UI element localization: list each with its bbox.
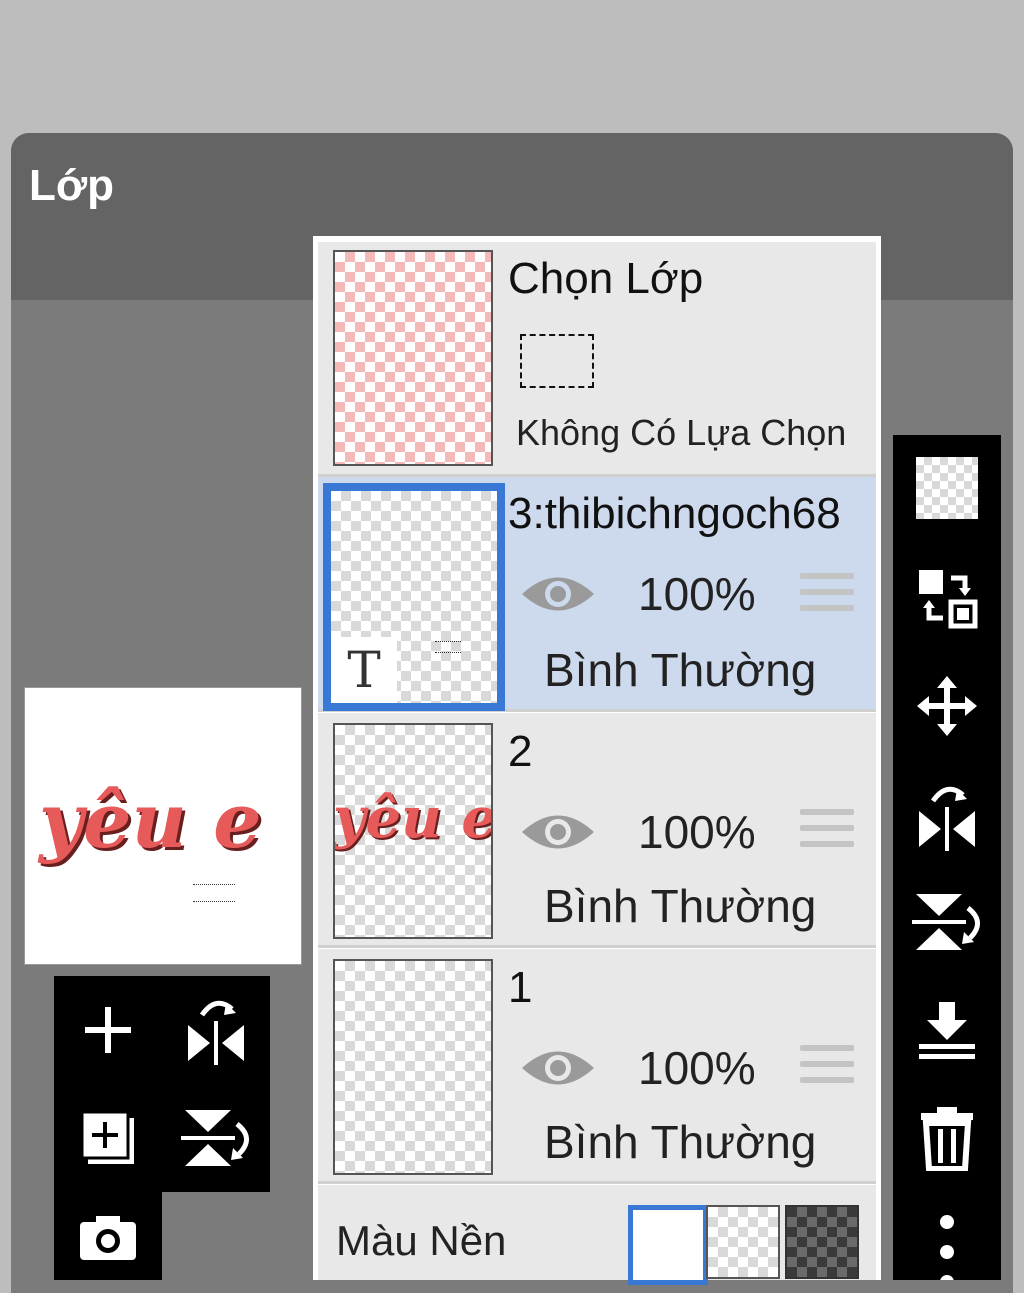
flip-vertical-icon[interactable] bbox=[164, 1086, 268, 1190]
selection-title: Chọn Lớp bbox=[508, 254, 704, 303]
drag-handle-icon[interactable] bbox=[800, 1045, 854, 1093]
blend-mode-2[interactable]: Bình Thường bbox=[544, 879, 816, 933]
camera-icon[interactable] bbox=[56, 1194, 160, 1280]
layer-name-1: 1 bbox=[508, 963, 533, 1012]
selection-status: Không Có Lựa Chọn bbox=[516, 412, 847, 453]
thumb-small-text bbox=[435, 641, 461, 653]
visibility-eye-icon[interactable] bbox=[520, 809, 596, 855]
text-layer-badge: T bbox=[331, 637, 397, 703]
duplicate-layer-icon[interactable] bbox=[56, 1086, 160, 1190]
background-label: Màu Nền bbox=[336, 1217, 507, 1264]
dialog-title: Lớp bbox=[29, 161, 115, 210]
transparency-icon[interactable] bbox=[900, 438, 994, 538]
layer-opacity-1[interactable]: 100% bbox=[638, 1041, 756, 1095]
more-icon[interactable] bbox=[900, 1200, 994, 1280]
selection-thumbnail bbox=[333, 250, 493, 466]
selection-row[interactable]: Chọn Lớp Không Có Lựa Chọn bbox=[318, 242, 876, 477]
selection-marquee-icon bbox=[520, 334, 594, 388]
move-icon[interactable] bbox=[900, 656, 994, 756]
background-row: Màu Nền bbox=[318, 1185, 876, 1285]
layer-thumbnail-1 bbox=[333, 959, 493, 1175]
drag-handle-icon[interactable] bbox=[800, 809, 854, 857]
visibility-eye-icon[interactable] bbox=[520, 1045, 596, 1091]
swap-layers-icon[interactable] bbox=[900, 548, 994, 648]
background-dark-option[interactable] bbox=[785, 1205, 859, 1279]
visibility-eye-icon[interactable] bbox=[520, 571, 596, 617]
blend-mode-1[interactable]: Bình Thường bbox=[544, 1115, 816, 1169]
canvas-preview[interactable]: yêu e bbox=[24, 687, 302, 965]
layer-opacity-2[interactable]: 100% bbox=[638, 805, 756, 859]
layer-name-2: 2 bbox=[508, 727, 533, 776]
flip-vertical-icon[interactable] bbox=[900, 872, 994, 972]
layer-name-3: 3:thibichngoch68 bbox=[508, 489, 841, 538]
blend-mode-3[interactable]: Bình Thường bbox=[544, 643, 816, 697]
thumb-2-text: yêu e bbox=[333, 785, 493, 851]
layer-thumbnail-3: T bbox=[323, 483, 505, 711]
layer-row-3[interactable]: T 3:thibichngoch68 100% Bình Thường bbox=[318, 477, 876, 712]
drag-handle-icon[interactable] bbox=[800, 573, 854, 621]
layer-thumbnail-2: yêu e bbox=[333, 723, 493, 939]
background-transparent-option[interactable] bbox=[706, 1205, 780, 1279]
flip-horizontal-icon[interactable] bbox=[900, 766, 994, 866]
add-layer-icon[interactable] bbox=[56, 978, 160, 1082]
layer-opacity-3[interactable]: 100% bbox=[638, 567, 756, 621]
delete-icon[interactable] bbox=[900, 1088, 994, 1188]
layer-row-2[interactable]: yêu e 2 100% Bình Thường bbox=[318, 713, 876, 948]
merge-down-icon[interactable] bbox=[900, 980, 994, 1080]
background-white-option[interactable] bbox=[628, 1205, 708, 1285]
flip-horizontal-icon[interactable] bbox=[164, 978, 268, 1082]
preview-small-text bbox=[193, 884, 235, 902]
layer-row-1[interactable]: 1 100% Bình Thường bbox=[318, 949, 876, 1184]
preview-text: yêu e bbox=[39, 776, 262, 865]
